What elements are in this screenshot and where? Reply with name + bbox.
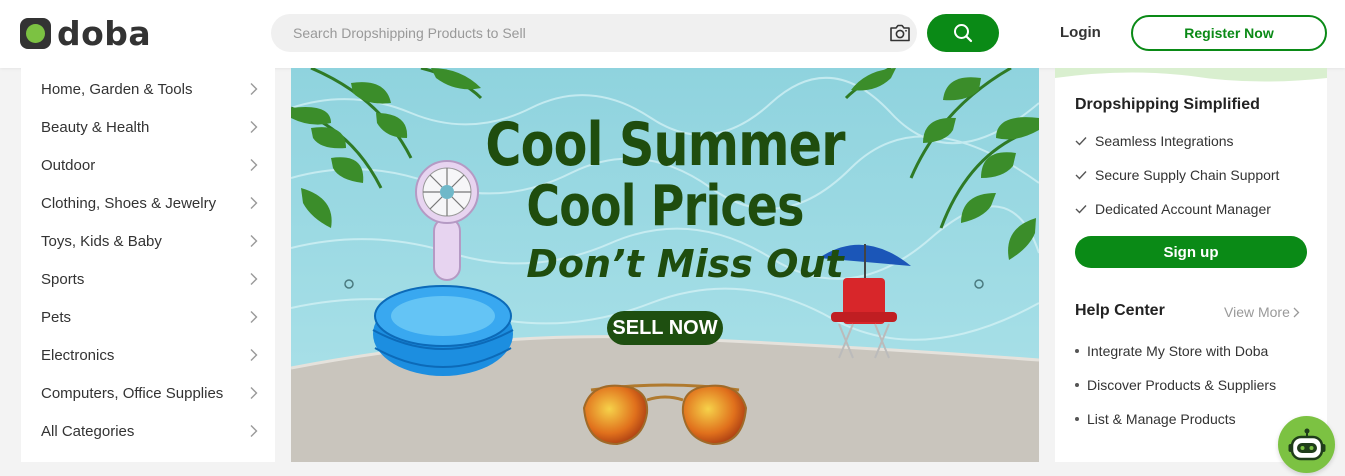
feature-label: Secure Supply Chain Support <box>1095 167 1280 183</box>
camera-icon[interactable] <box>889 24 911 42</box>
chevron-right-icon <box>250 425 258 437</box>
chevron-right-icon <box>250 349 258 361</box>
category-label: Beauty & Health <box>41 118 150 136</box>
sell-now-button[interactable]: SELL NOW <box>607 311 723 345</box>
bullet <box>1075 349 1079 353</box>
chevron-right-icon <box>250 235 258 247</box>
help-link-label: List & Manage Products <box>1087 411 1236 427</box>
category-item[interactable]: Electronics <box>21 336 275 374</box>
promo-banner[interactable]: Cool Summer Cool Prices Don’t Miss Out S… <box>291 68 1039 462</box>
help-link-label: Discover Products & Suppliers <box>1087 377 1277 393</box>
search-icon <box>954 24 973 43</box>
category-item[interactable]: Sports <box>21 260 275 298</box>
banner-title-line1: Cool Summer <box>485 110 845 180</box>
help-link[interactable]: Integrate My Store with Doba <box>1075 343 1268 359</box>
category-item[interactable]: Computers, Office Supplies <box>21 374 275 412</box>
category-label: Outdoor <box>41 156 96 174</box>
chatbot-icon <box>1288 428 1325 460</box>
logo-text: doba <box>57 14 152 53</box>
banner-subtitle: Don’t Miss Out <box>526 242 844 286</box>
doba-logo[interactable]: doba <box>20 14 152 53</box>
banner-title-line2: Cool Prices <box>526 174 804 239</box>
chevron-right-icon <box>250 159 258 171</box>
pool-illustration <box>372 285 514 376</box>
category-label: Clothing, Shoes & Jewelry <box>41 194 217 212</box>
search-input[interactable] <box>293 14 873 52</box>
login-link[interactable]: Login <box>1060 24 1101 41</box>
help-link[interactable]: List & Manage Products <box>1075 411 1236 427</box>
feature-label: Dedicated Account Manager <box>1095 201 1271 217</box>
register-now-button[interactable]: Register Now <box>1131 15 1327 51</box>
category-item[interactable]: All Categories <box>21 412 275 450</box>
category-label: Electronics <box>41 346 115 364</box>
view-more-link[interactable]: View More <box>1224 304 1300 320</box>
category-label: All Categories <box>41 422 135 440</box>
chevron-right-icon <box>250 311 258 323</box>
chevron-right-icon <box>250 273 258 285</box>
chatbot-button[interactable] <box>1278 416 1335 473</box>
sign-up-button[interactable]: Sign up <box>1075 236 1307 268</box>
feature-item: Seamless Integrations <box>1075 133 1234 149</box>
chevron-right-icon <box>250 387 258 399</box>
bullet <box>1075 417 1079 421</box>
search-button[interactable] <box>927 14 999 52</box>
chevron-right-icon <box>1293 307 1300 317</box>
dropshipping-panel: Dropshipping Simplified Seamless Integra… <box>1055 68 1327 462</box>
category-item[interactable]: Clothing, Shoes & Jewelry <box>21 184 275 222</box>
check-icon <box>1075 205 1087 214</box>
feature-label: Seamless Integrations <box>1095 133 1234 149</box>
check-icon <box>1075 137 1087 146</box>
category-label: Pets <box>41 308 72 326</box>
category-label: Sports <box>41 270 85 288</box>
category-item[interactable]: Home, Garden & Tools <box>21 70 275 108</box>
category-label: Home, Garden & Tools <box>41 80 193 98</box>
logo-mark-icon <box>20 18 51 49</box>
category-sidebar: Home, Garden & Tools Beauty & Health Outdo… <box>21 68 275 462</box>
check-icon <box>1075 171 1087 180</box>
feature-item: Secure Supply Chain Support <box>1075 167 1279 183</box>
bullet <box>1075 383 1079 387</box>
chevron-right-icon <box>250 121 258 133</box>
help-link[interactable]: Discover Products & Suppliers <box>1075 377 1276 393</box>
category-item[interactable]: Outdoor <box>21 146 275 184</box>
category-label: Toys, Kids & Baby <box>41 232 162 250</box>
category-item[interactable]: Toys, Kids & Baby <box>21 222 275 260</box>
help-center-title: Help Center <box>1075 302 1165 319</box>
category-label: Computers, Office Supplies <box>41 384 224 402</box>
panel-wave-decoration <box>1055 68 1327 82</box>
search-bar <box>271 14 917 52</box>
view-more-label: View More <box>1224 304 1290 320</box>
header: doba Login Register Now <box>0 0 1345 68</box>
help-link-label: Integrate My Store with Doba <box>1087 343 1269 359</box>
panel-title: Dropshipping Simplified <box>1075 96 1260 113</box>
chevron-right-icon <box>250 197 258 209</box>
category-item[interactable]: Pets <box>21 298 275 336</box>
chevron-right-icon <box>250 83 258 95</box>
category-item[interactable]: Beauty & Health <box>21 108 275 146</box>
feature-item: Dedicated Account Manager <box>1075 201 1271 217</box>
